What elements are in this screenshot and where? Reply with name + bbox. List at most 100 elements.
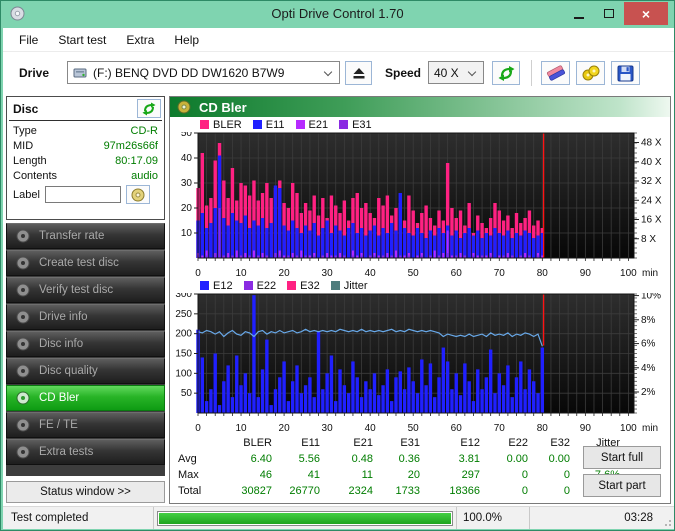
- cd-bler-panel: CD Bler BLER E11 E21 E31 0 10 20 30 40 50 60 70 80 9…: [169, 96, 671, 504]
- save-button[interactable]: [611, 61, 640, 85]
- cd-e2x-and-jitter-plot: 0 10 20 30 40 50 60 70 80 90 100 min 50 100 150 200 250 3…: [175, 293, 661, 433]
- legend-swatch: [252, 120, 262, 129]
- content-area: Disc Type CD-R MID 97m26s66f Length 80:17.09 C…: [3, 95, 674, 506]
- menu-item-file[interactable]: File: [9, 29, 48, 51]
- sidebar-item-label: Drive info: [39, 311, 88, 323]
- sidebar-item-label: CD Bler: [39, 392, 80, 404]
- legend-label: E11: [265, 118, 285, 131]
- svg-text:300: 300: [175, 293, 192, 300]
- disc-label-caption: Label: [13, 188, 40, 201]
- disc-row-type: Type CD-R: [7, 123, 164, 138]
- status-window-button[interactable]: Status window >>: [6, 481, 165, 503]
- legend-swatch: [200, 120, 209, 129]
- stats-value: 1733: [395, 485, 420, 497]
- sidebar-item-label: Verify test disc: [39, 284, 114, 296]
- start-part-button[interactable]: Start part: [583, 474, 661, 497]
- svg-text:30: 30: [322, 268, 334, 278]
- progress-track: [157, 510, 453, 526]
- drive-select[interactable]: (F:) BENQ DVD DD DW1620 B7W9: [67, 61, 340, 84]
- disc-refresh-button[interactable]: [137, 99, 161, 118]
- refresh-button[interactable]: [492, 61, 520, 85]
- svg-text:24 X: 24 X: [641, 195, 662, 206]
- svg-text:min: min: [642, 268, 658, 278]
- svg-text:30: 30: [322, 423, 334, 433]
- svg-text:20: 20: [181, 203, 193, 214]
- erase-disc-button[interactable]: [541, 61, 570, 85]
- maximize-button[interactable]: [594, 2, 624, 25]
- drive-value: (F:) BENQ DVD DD DW1620 B7W9: [93, 65, 285, 80]
- legend-swatch: [295, 120, 305, 129]
- svg-text:8%: 8%: [641, 315, 656, 326]
- legend-label: E21: [308, 118, 329, 131]
- status-text: Test completed: [3, 507, 154, 529]
- sidebar-item-label: Disc quality: [39, 365, 98, 377]
- cd-icon: [16, 445, 30, 459]
- sidebar-item-verify-test-disc[interactable]: Verify test disc: [6, 277, 165, 303]
- close-icon: ×: [641, 5, 651, 22]
- close-button[interactable]: ×: [624, 2, 668, 25]
- stats-col-e11: E11: [301, 437, 320, 449]
- stats-value: 30827: [241, 485, 272, 497]
- panel-title: CD Bler: [199, 99, 247, 115]
- svg-text:40: 40: [181, 153, 193, 164]
- stats-value: 0.48: [351, 453, 373, 465]
- svg-text:50: 50: [408, 268, 420, 278]
- disc-tools-button[interactable]: [576, 61, 605, 85]
- chart-e2x-legend: E12 E22 E32 Jitter: [200, 278, 670, 293]
- stats-col-e21: E21: [353, 437, 373, 449]
- stats-value: 0.00: [506, 453, 528, 465]
- svg-text:100: 100: [620, 423, 637, 433]
- menu-item-start-test[interactable]: Start test: [48, 29, 116, 51]
- sidebar-item-drive-info[interactable]: Drive info: [6, 304, 165, 330]
- legend-item-e11: E11: [252, 118, 285, 131]
- stats-col-e22: E22: [508, 437, 528, 449]
- legend-swatch: [339, 120, 349, 129]
- svg-text:8 X: 8 X: [641, 234, 656, 245]
- legend-label: Jitter: [343, 279, 368, 292]
- start-full-button[interactable]: Start full: [583, 446, 661, 469]
- chevron-down-icon: [467, 67, 477, 77]
- stats-value: 20: [407, 469, 420, 481]
- stats-value: 0: [563, 485, 570, 497]
- stats-value: 26770: [289, 485, 320, 497]
- write-label-button[interactable]: [125, 185, 150, 204]
- svg-text:30: 30: [181, 178, 193, 189]
- sidebar-item-disc-info[interactable]: Disc info: [6, 331, 165, 357]
- minimize-button[interactable]: [564, 2, 594, 25]
- sidebar-item-create-test-disc[interactable]: Create test disc: [6, 250, 165, 276]
- sidebar-item-cd-bler[interactable]: CD Bler: [6, 385, 165, 411]
- stats-value: 2324: [348, 485, 373, 497]
- menu-item-extra[interactable]: Extra: [116, 29, 164, 51]
- menu-item-help[interactable]: Help: [164, 29, 209, 51]
- eject-button[interactable]: [345, 61, 372, 85]
- floppy-save-icon: [617, 65, 634, 81]
- stats-row-label: Max: [178, 469, 199, 481]
- disc-label-input[interactable]: [44, 186, 121, 203]
- disc-row-mid: MID 97m26s66f: [7, 138, 164, 153]
- sidebar-item-extra-tests[interactable]: Extra tests: [6, 439, 165, 465]
- refresh-icon: [498, 65, 514, 81]
- svg-text:50: 50: [181, 388, 193, 399]
- toolbar-separator: [531, 60, 532, 86]
- sidebar-item-label: Transfer rate: [39, 230, 105, 242]
- legend-item-e22: E22: [243, 279, 277, 292]
- svg-text:60: 60: [451, 268, 463, 278]
- statusbar-spacer: [530, 507, 541, 529]
- disc-panel-title: Disc: [13, 101, 39, 116]
- resize-grip[interactable]: [661, 507, 674, 529]
- svg-text:100: 100: [175, 368, 192, 379]
- sidebar-item-disc-quality[interactable]: Disc quality: [6, 358, 165, 384]
- progress-fill: [159, 512, 451, 524]
- disc-row-value: audio: [131, 169, 158, 182]
- disc-panel: Disc Type CD-R MID 97m26s66f Length 80:17.09 C…: [6, 96, 165, 220]
- speed-select[interactable]: 40 X: [428, 61, 484, 84]
- speed-value: 40 X: [434, 65, 459, 80]
- cd-icon: [16, 256, 30, 270]
- sidebar-item-fe-te[interactable]: FE / TE: [6, 412, 165, 438]
- legend-label: E22: [256, 279, 277, 292]
- svg-text:20: 20: [279, 268, 291, 278]
- svg-text:10: 10: [235, 268, 247, 278]
- stats-value: 0: [521, 485, 528, 497]
- sidebar-item-label: Disc info: [39, 338, 84, 350]
- sidebar-item-transfer-rate[interactable]: Transfer rate: [6, 223, 165, 249]
